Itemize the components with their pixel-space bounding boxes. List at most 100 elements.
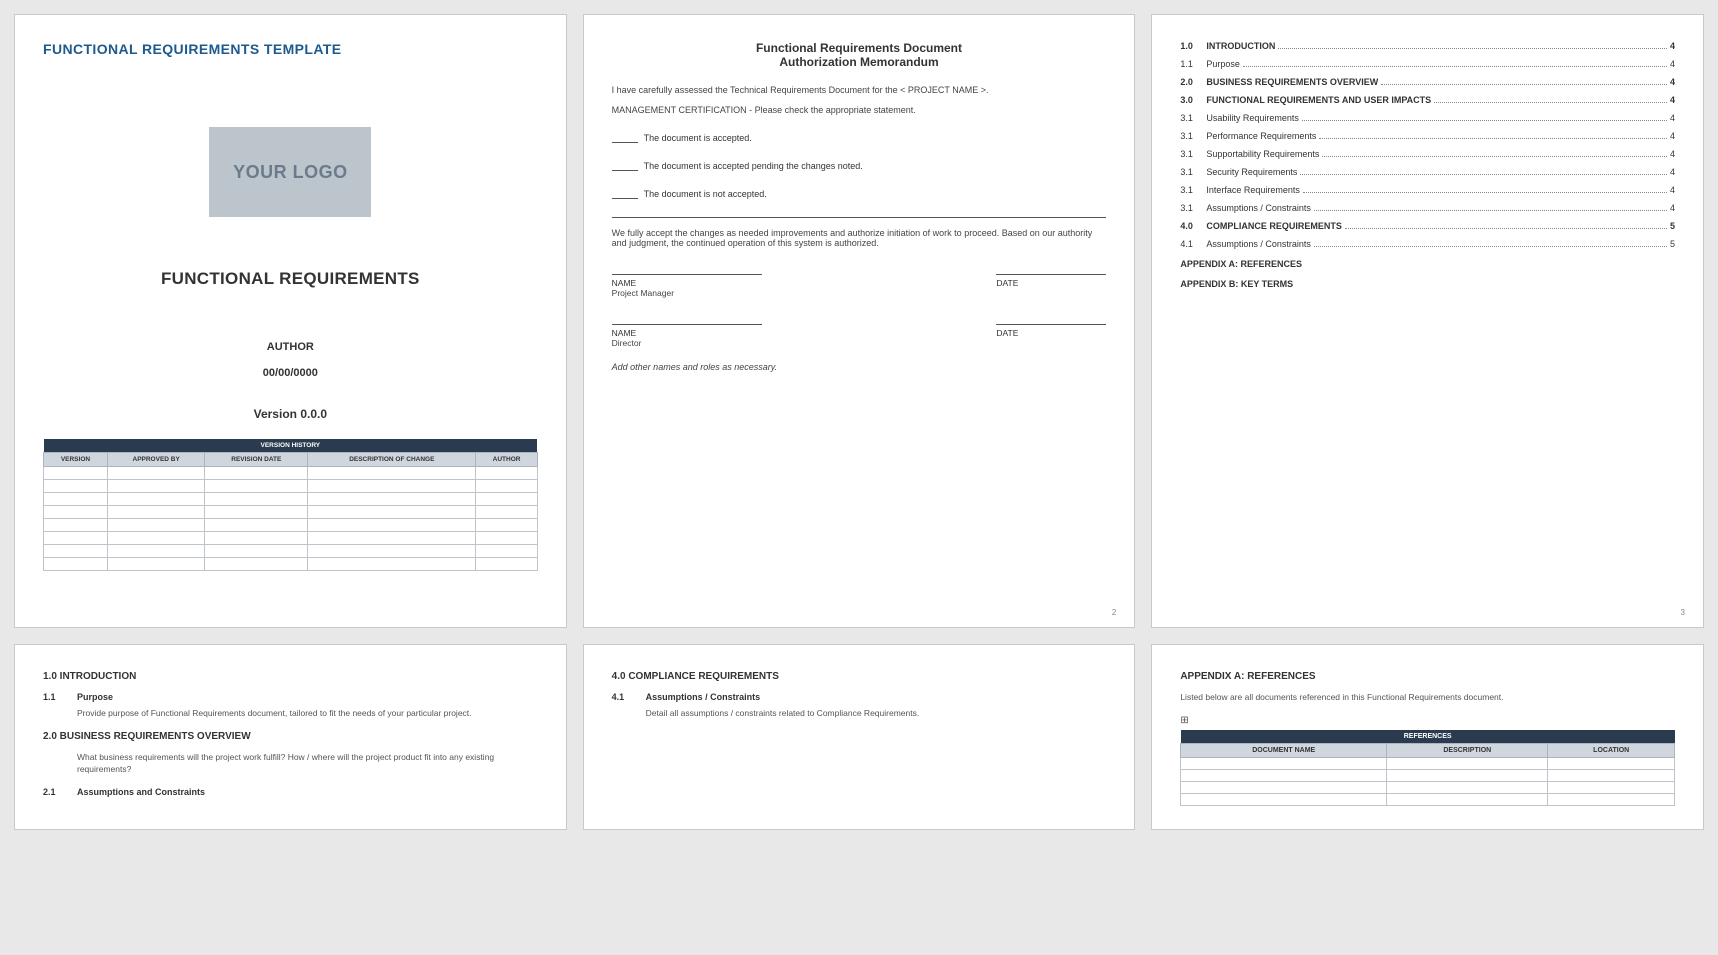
toc-entry[interactable]: 4.1Assumptions / Constraints5 [1180,239,1675,249]
toc-entry[interactable]: 1.1Purpose4 [1180,59,1675,69]
toc-leader [1278,48,1667,49]
toc-entry[interactable]: 4.0COMPLIANCE REQUIREMENTS5 [1180,221,1675,231]
toc-title: Security Requirements [1206,167,1297,177]
table-row [44,545,538,558]
name-label: NAME [612,278,762,288]
signature-date: DATE [996,274,1106,298]
toc-number: 3.1 [1180,113,1206,123]
references-caption: REFERENCES [1181,730,1675,744]
toc-page: 4 [1670,113,1675,123]
subsection-number: 4.1 [612,692,632,702]
checkbox-blank[interactable] [612,134,638,143]
option-accepted: The document is accepted. [612,133,1107,143]
option-accepted-pending: The document is accepted pending the cha… [612,161,1107,171]
toc-entry[interactable]: 3.1Interface Requirements4 [1180,185,1675,195]
toc-number: 4.0 [1180,221,1206,231]
checkbox-blank[interactable] [612,162,638,171]
toc-leader [1322,156,1667,157]
page-6-appendix-a: APPENDIX A: REFERENCES Listed below are … [1151,644,1704,830]
toc-leader [1314,210,1667,211]
col-version: VERSION [44,453,108,467]
toc-number: 3.0 [1180,95,1206,105]
subsection-title: Assumptions and Constraints [77,787,205,797]
toc-title: Usability Requirements [1206,113,1299,123]
table-row [44,519,538,532]
section-1-heading: 1.0 INTRODUCTION [43,671,538,682]
toc-leader [1303,192,1667,193]
table-row [44,558,538,571]
appendix-a-desc: Listed below are all documents reference… [1180,692,1675,703]
logo-placeholder: YOUR LOGO [209,127,371,217]
toc-leader [1243,66,1667,67]
toc-title: COMPLIANCE REQUIREMENTS [1206,221,1342,231]
subsection-4-1: 4.1 Assumptions / Constraints [612,692,1107,702]
col-revision-date: REVISION DATE [205,453,308,467]
toc-entry[interactable]: 3.1Security Requirements 4 [1180,167,1675,177]
toc-page: 4 [1670,131,1675,141]
toc-number: 1.1 [1180,59,1206,69]
toc-number: 1.0 [1180,41,1206,51]
name-label: NAME [612,328,762,338]
section-2-heading: 2.0 BUSINESS REQUIREMENTS OVERVIEW [43,731,538,742]
subsection-2-1: 2.1 Assumptions and Constraints [43,787,538,797]
toc-entry[interactable]: 1.0INTRODUCTION4 [1180,41,1675,51]
date-label: DATE [996,328,1106,338]
toc-title: INTRODUCTION [1206,41,1275,51]
auth-certification: MANAGEMENT CERTIFICATION - Please check … [612,105,1107,115]
table-row [1181,770,1675,782]
compliance-body: Detail all assumptions / constraints rel… [646,708,1107,719]
subsection-number: 1.1 [43,692,63,702]
col-description: DESCRIPTION [1387,744,1548,758]
toc-page: 4 [1670,149,1675,159]
option-label: The document is accepted. [644,133,752,143]
date-value: 00/00/0000 [43,367,538,379]
author-label: AUTHOR [43,341,538,353]
table-row [44,532,538,545]
divider [612,217,1107,218]
page-1-cover: FUNCTIONAL REQUIREMENTS TEMPLATE YOUR LO… [14,14,567,628]
toc-number: 3.1 [1180,167,1206,177]
option-label: The document is accepted pending the cha… [644,161,863,171]
toc-entry[interactable]: 3.0FUNCTIONAL REQUIREMENTS AND USER IMPA… [1180,95,1675,105]
appendix-b-label: APPENDIX B: KEY TERMS [1180,279,1675,289]
toc-entry[interactable]: 3.1Assumptions / Constraints4 [1180,203,1675,213]
signature-name: NAME Project Manager [612,274,762,298]
table-row [44,506,538,519]
add-note: Add other names and roles as necessary. [612,362,1107,372]
subsection-title: Assumptions / Constraints [646,692,761,702]
toc-number: 2.0 [1180,77,1206,87]
subsection-1-1: 1.1 Purpose [43,692,538,702]
business-overview-body: What business requirements will the proj… [77,752,538,775]
option-label: The document is not accepted. [644,189,767,199]
section-4-heading: 4.0 COMPLIANCE REQUIREMENTS [612,671,1107,682]
toc-page: 4 [1670,77,1675,87]
expand-icon[interactable]: ⊞ [1180,715,1675,726]
signature-name: NAME Director [612,324,762,348]
toc-title: BUSINESS REQUIREMENTS OVERVIEW [1206,77,1378,87]
col-approved-by: APPROVED BY [107,453,205,467]
checkbox-blank[interactable] [612,190,638,199]
page-2-authorization: Functional Requirements Document Authori… [583,14,1136,628]
auth-intro: I have carefully assessed the Technical … [612,85,1107,95]
toc-leader [1302,120,1667,121]
toc-page: 4 [1670,167,1675,177]
toc-title: Supportability Requirements [1206,149,1319,159]
toc-leader [1345,228,1667,229]
toc-entry[interactable]: 3.1Supportability Requirements4 [1180,149,1675,159]
toc-title: Purpose [1206,59,1240,69]
toc-entry[interactable]: 3.1Usability Requirements 4 [1180,113,1675,123]
acceptance-text: We fully accept the changes as needed im… [612,228,1107,248]
col-description: DESCRIPTION OF CHANGE [308,453,476,467]
toc-title: Assumptions / Constraints [1206,239,1311,249]
toc-entry[interactable]: 3.1Performance Requirements4 [1180,131,1675,141]
table-row [1181,794,1675,806]
appendix-a-label: APPENDIX A: REFERENCES [1180,259,1675,269]
option-not-accepted: The document is not accepted. [612,189,1107,199]
toc-number: 3.1 [1180,185,1206,195]
toc-page: 4 [1670,95,1675,105]
toc-entry[interactable]: 2.0BUSINESS REQUIREMENTS OVERVIEW 4 [1180,77,1675,87]
document-title: FUNCTIONAL REQUIREMENTS [43,269,538,289]
table-row [1181,758,1675,770]
toc-leader [1300,174,1667,175]
toc-title: Performance Requirements [1206,131,1316,141]
